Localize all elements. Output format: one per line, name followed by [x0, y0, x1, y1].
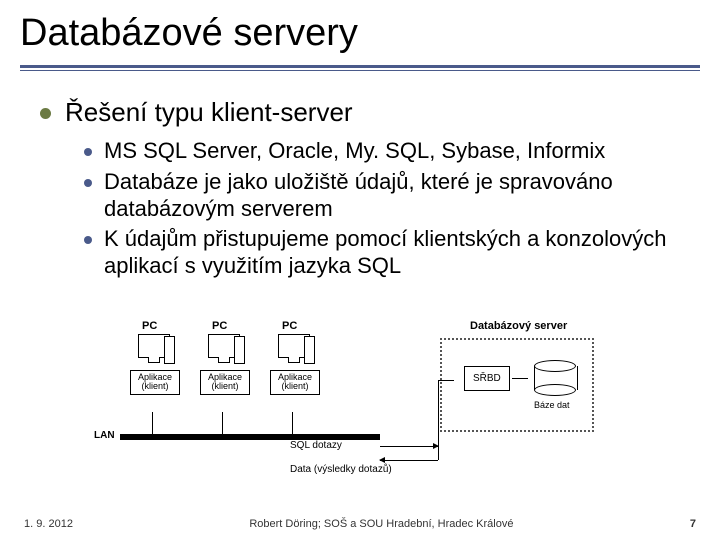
wire	[222, 412, 223, 434]
pc-label: PC	[142, 320, 157, 332]
app-box: Aplikace (klient)	[270, 370, 320, 395]
pc-label: PC	[282, 320, 297, 332]
lvl2-text: K údajům přistupujeme pomocí klientských…	[104, 226, 680, 280]
slide-title: Databázové servery	[20, 12, 700, 55]
db-caption: Báze dat	[534, 400, 570, 410]
wire	[152, 412, 153, 434]
footer-author: Robert Döring; SOŠ a SOU Hradební, Hrade…	[249, 518, 513, 530]
query-label: SQL dotazy	[290, 440, 342, 451]
bullet-icon	[84, 148, 92, 156]
rule-thick	[20, 65, 700, 68]
wire	[438, 380, 439, 460]
connector	[512, 378, 528, 379]
bullet-lvl2: Databáze je jako uložiště údajů, které j…	[84, 169, 680, 223]
slide: Databázové servery Řešení typu klient-se…	[0, 0, 720, 540]
arrow-left-icon	[380, 460, 438, 461]
diagram: PC Aplikace (klient) PC Aplikace (klient…	[130, 320, 600, 480]
srbd-box: SŘBD	[464, 366, 510, 391]
page-number: 7	[690, 518, 696, 530]
pc-icon: Aplikace (klient)	[200, 334, 248, 395]
app-box: Aplikace (klient)	[130, 370, 180, 395]
lvl2-text: Databáze je jako uložiště údajů, které j…	[104, 169, 680, 223]
bullet-icon	[40, 108, 51, 119]
bullet-icon	[84, 179, 92, 187]
connector	[438, 380, 454, 381]
bullet-lvl1: Řešení typu klient-server	[40, 97, 680, 128]
lvl2-text: MS SQL Server, Oracle, My. SQL, Sybase, …	[104, 138, 605, 165]
app-box: Aplikace (klient)	[200, 370, 250, 395]
database-icon	[534, 360, 576, 396]
lvl1-text: Řešení typu klient-server	[65, 97, 353, 128]
footer-date: 1. 9. 2012	[24, 518, 73, 530]
title-block: Databázové servery	[0, 0, 720, 71]
footer: 1. 9. 2012 Robert Döring; SOŠ a SOU Hrad…	[0, 518, 720, 530]
bullet-lvl2: MS SQL Server, Oracle, My. SQL, Sybase, …	[84, 138, 680, 165]
bullet-icon	[84, 236, 92, 244]
body: Řešení typu klient-server MS SQL Server,…	[0, 71, 720, 280]
pc-icon: Aplikace (klient)	[270, 334, 318, 395]
pc-label: PC	[212, 320, 227, 332]
lan-label: LAN	[94, 430, 115, 441]
arrow-right-icon	[380, 446, 438, 447]
result-label: Data (výsledky dotazů)	[290, 464, 392, 475]
lvl2-list: MS SQL Server, Oracle, My. SQL, Sybase, …	[84, 138, 680, 280]
wire	[292, 412, 293, 434]
pc-icon: Aplikace (klient)	[130, 334, 178, 395]
server-title: Databázový server	[470, 320, 567, 332]
bullet-lvl2: K údajům přistupujeme pomocí klientských…	[84, 226, 680, 280]
